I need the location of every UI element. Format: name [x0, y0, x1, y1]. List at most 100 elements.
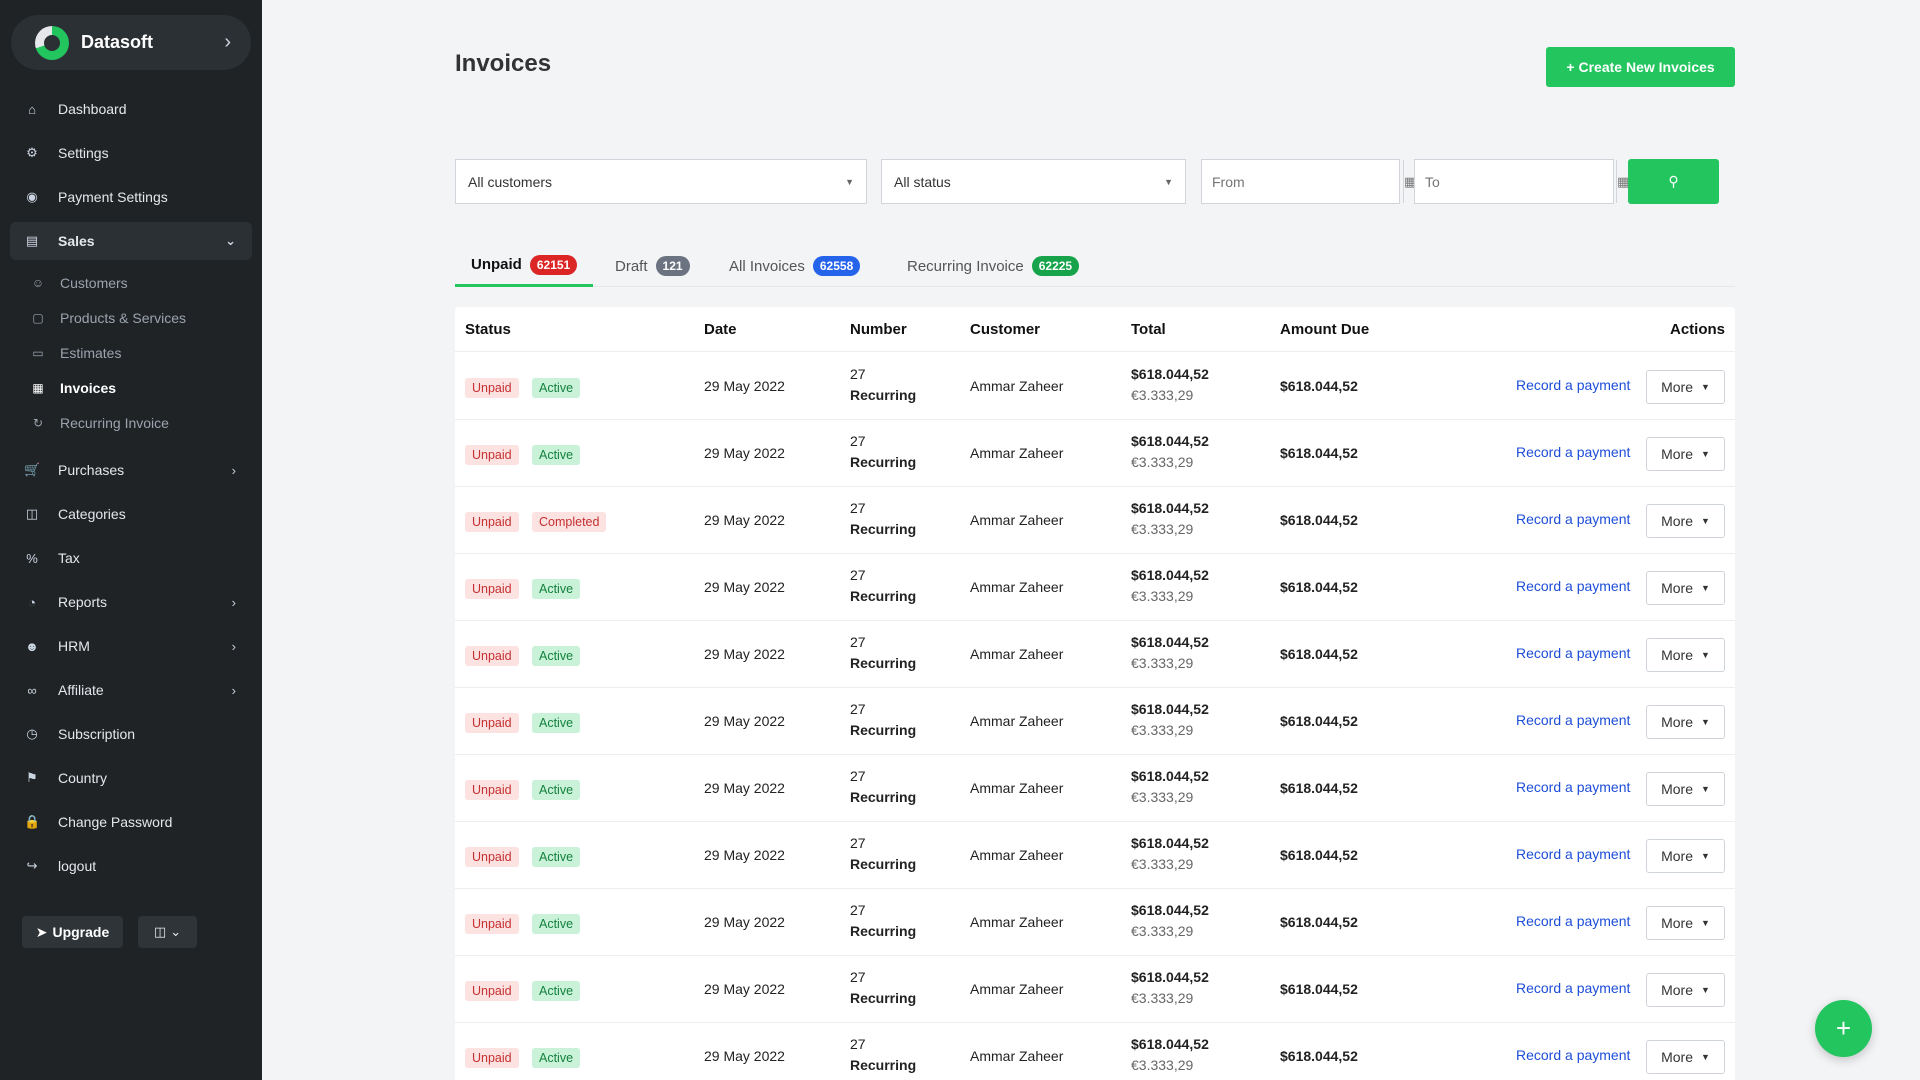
sidebar-item-dashboard[interactable]: ⌂ Dashboard	[10, 90, 252, 128]
recurring-icon: ↻	[32, 416, 44, 430]
sidebar-item-tax[interactable]: % Tax	[10, 539, 252, 577]
customer-select-value: All customers	[468, 173, 553, 190]
amount-due: $618.044,52	[1280, 914, 1358, 930]
tab-recurring-invoice[interactable]: Recurring Invoice 62225	[907, 245, 1080, 287]
to-date-input[interactable]	[1415, 160, 1616, 203]
brand-switcher[interactable]: Datasoft ›	[11, 15, 251, 70]
sidebar-item-purchases[interactable]: 🛒 Purchases ›	[10, 451, 252, 489]
plus-icon: +	[1835, 1013, 1852, 1043]
invoice-type: Recurring	[850, 990, 917, 1006]
invoice-type: Recurring	[850, 655, 917, 671]
invoice-type: Recurring	[850, 789, 917, 805]
invoice-date: 29 May 2022	[704, 914, 785, 930]
invoice-number: 27	[850, 701, 866, 717]
invoice-type: Recurring	[850, 521, 917, 537]
status-badge: Unpaid	[465, 847, 519, 867]
sidebar-item-payment-settings[interactable]: ◉ Payment Settings	[10, 178, 252, 216]
total-amount-alt: €3.333,29	[1131, 1057, 1194, 1073]
tab-draft[interactable]: Draft 121	[615, 245, 690, 287]
sidebar: Datasoft › ⌂ Dashboard ⚙ Settings ◉ Paym…	[0, 0, 262, 1080]
sidebar-item-logout[interactable]: ↪ logout	[10, 847, 252, 885]
more-actions-button[interactable]: More ▼	[1646, 638, 1725, 672]
floating-add-button[interactable]: +	[1815, 1000, 1872, 1057]
record-payment-link[interactable]: Record a payment	[1516, 444, 1630, 460]
state-badge: Active	[532, 713, 581, 733]
record-payment-link[interactable]: Record a payment	[1516, 712, 1630, 728]
sidebar-item-label: Change Password	[58, 814, 173, 830]
sidebar-item-sales[interactable]: ▤ Sales ⌄	[10, 222, 252, 260]
more-actions-button[interactable]: More ▼	[1646, 973, 1725, 1007]
total-amount-alt: €3.333,29	[1131, 387, 1194, 403]
to-date-field[interactable]: ▦	[1414, 159, 1629, 204]
sidebar-item-subscription[interactable]: ◷ Subscription	[10, 715, 252, 753]
more-actions-button[interactable]: More ▼	[1646, 839, 1725, 873]
customer-name: Ammar Zaheer	[970, 378, 1064, 394]
sidebar-sub-label: Products & Services	[60, 310, 187, 326]
sidebar-sub-products-services[interactable]: ▢ Products & Services	[30, 303, 250, 333]
invoice-number: 27	[850, 768, 866, 784]
tab-all-invoices[interactable]: All Invoices 62558	[729, 245, 861, 287]
more-actions-button[interactable]: More ▼	[1646, 437, 1725, 471]
search-button[interactable]: ⚲	[1628, 159, 1719, 204]
more-actions-button[interactable]: More ▼	[1646, 504, 1725, 538]
total-amount: $618.044,52	[1131, 1036, 1209, 1052]
record-payment-link[interactable]: Record a payment	[1516, 779, 1630, 795]
state-badge: Active	[532, 981, 581, 1001]
invoice-type: Recurring	[850, 923, 917, 939]
record-payment-link[interactable]: Record a payment	[1516, 846, 1630, 862]
sidebar-sub-invoices[interactable]: ▦ Invoices	[30, 373, 250, 403]
tab-unpaid[interactable]: Unpaid 62151	[455, 245, 594, 287]
sidebar-item-label: Affiliate	[58, 682, 104, 698]
sidebar-item-categories[interactable]: ◫ Categories	[10, 495, 252, 533]
record-payment-link[interactable]: Record a payment	[1516, 913, 1630, 929]
more-actions-button[interactable]: More ▼	[1646, 571, 1725, 605]
create-invoice-button[interactable]: + Create New Invoices	[1546, 47, 1735, 87]
more-actions-label: More	[1661, 781, 1693, 797]
customer-name: Ammar Zaheer	[970, 847, 1064, 863]
status-badge: Unpaid	[465, 445, 519, 465]
language-switcher[interactable]: ◫ ⌄	[138, 916, 197, 948]
record-payment-link[interactable]: Record a payment	[1516, 645, 1630, 661]
more-actions-label: More	[1661, 714, 1693, 730]
total-amount: $618.044,52	[1131, 433, 1209, 449]
invoice-number: 27	[850, 634, 866, 650]
more-actions-button[interactable]: More ▼	[1646, 705, 1725, 739]
record-payment-link[interactable]: Record a payment	[1516, 377, 1630, 393]
invoices-table: Status Date Number Customer Total Amount…	[455, 307, 1735, 1080]
more-actions-button[interactable]: More ▼	[1646, 906, 1725, 940]
sidebar-item-label: logout	[58, 858, 97, 874]
amount-due: $618.044,52	[1280, 646, 1358, 662]
record-payment-link[interactable]: Record a payment	[1516, 1047, 1630, 1063]
status-badge: Unpaid	[465, 646, 519, 666]
invoice-type: Recurring	[850, 387, 917, 403]
invoice-date: 29 May 2022	[704, 579, 785, 595]
sidebar-item-country[interactable]: ⚑ Country	[10, 759, 252, 797]
upgrade-button[interactable]: ➤ Upgrade	[22, 916, 123, 948]
from-date-input[interactable]	[1202, 160, 1403, 203]
upgrade-label: Upgrade	[52, 924, 110, 940]
more-actions-button[interactable]: More ▼	[1646, 772, 1725, 806]
more-actions-label: More	[1661, 848, 1693, 864]
invoice-type: Recurring	[850, 856, 917, 872]
sidebar-item-reports[interactable]: ◔ Reports ›	[10, 583, 252, 621]
from-date-field[interactable]: ▦	[1201, 159, 1416, 204]
sidebar-item-change-password[interactable]: 🔒 Change Password	[10, 803, 252, 841]
more-actions-button[interactable]: More ▼	[1646, 1040, 1725, 1074]
record-payment-link[interactable]: Record a payment	[1516, 980, 1630, 996]
status-select[interactable]: All status ▼	[881, 159, 1186, 204]
sidebar-sub-recurring-invoice[interactable]: ↻ Recurring Invoice	[30, 408, 250, 438]
caret-down-icon: ▼	[1700, 583, 1710, 593]
sidebar-sub-customers[interactable]: ☺ Customers	[30, 268, 250, 298]
table-row: Unpaid Active 29 May 2022 27 Recurring Ammar …	[455, 688, 1735, 755]
sidebar-item-affiliate[interactable]: ∞ Affiliate ›	[10, 671, 252, 709]
sidebar-sub-estimates[interactable]: ▭ Estimates	[30, 338, 250, 368]
record-payment-link[interactable]: Record a payment	[1516, 511, 1630, 527]
customer-name: Ammar Zaheer	[970, 713, 1064, 729]
more-actions-button[interactable]: More ▼	[1646, 370, 1725, 404]
sidebar-item-settings[interactable]: ⚙ Settings	[10, 134, 252, 172]
record-payment-link[interactable]: Record a payment	[1516, 578, 1630, 594]
sidebar-item-hrm[interactable]: ☻ HRM ›	[10, 627, 252, 665]
customer-select[interactable]: All customers ▼	[455, 159, 867, 204]
sidebar-item-label: Dashboard	[58, 101, 127, 117]
invoice-date: 29 May 2022	[704, 378, 785, 394]
